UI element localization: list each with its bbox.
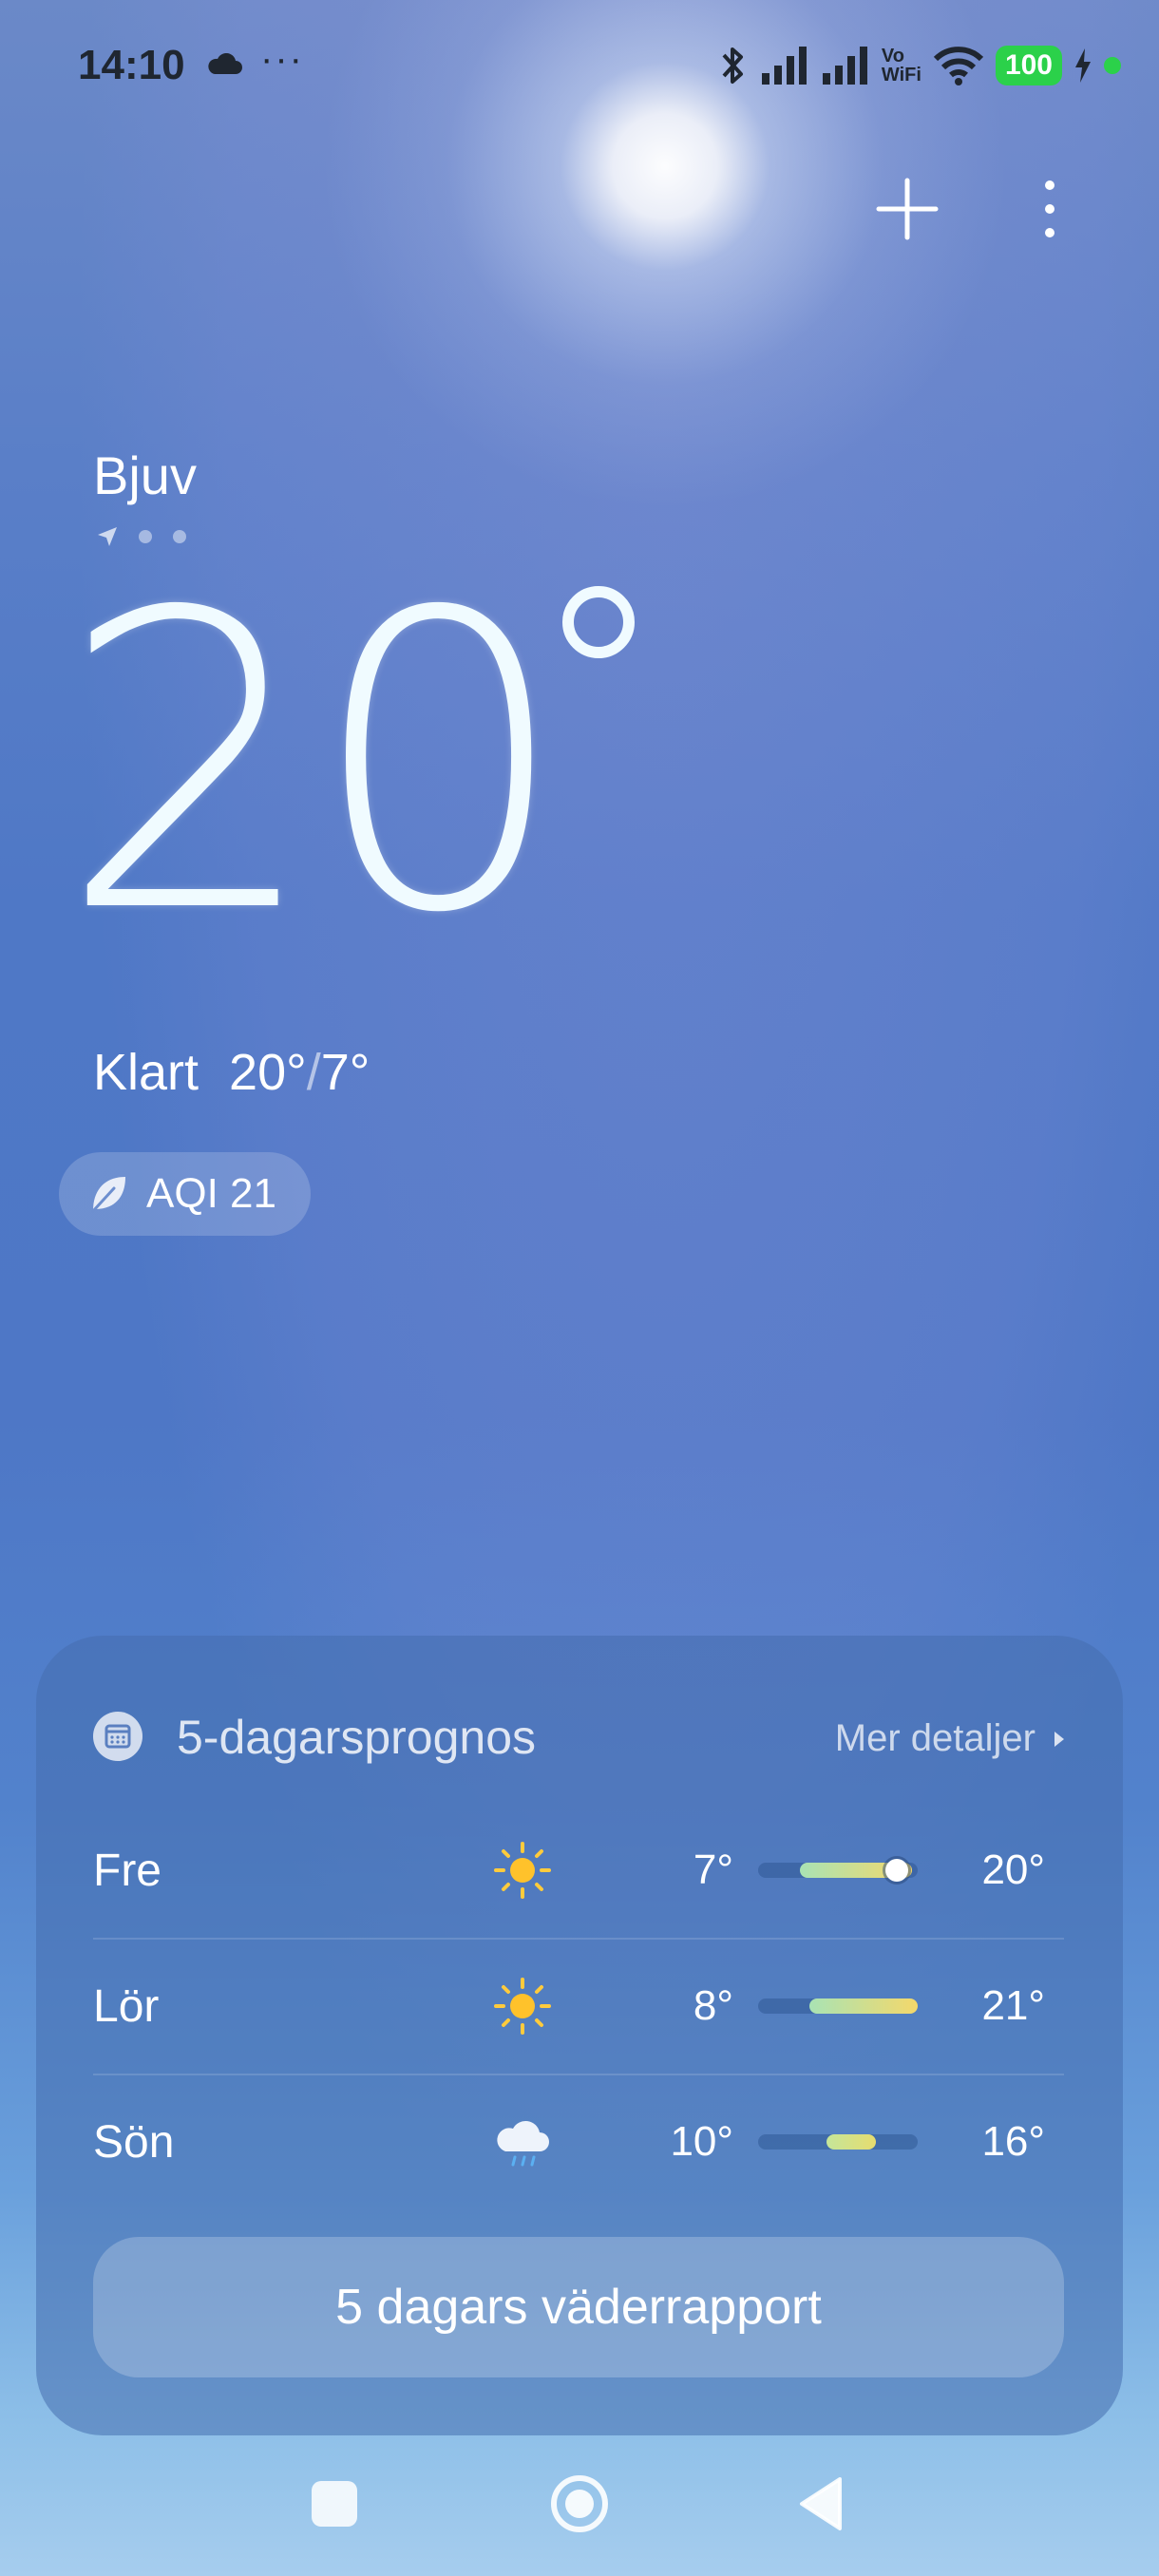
forecast-day: Lör: [93, 1980, 160, 2032]
status-bar: 14:10 ··· Vo WiFi 100: [0, 0, 1159, 133]
add-city-button[interactable]: [874, 176, 940, 242]
today-low: 7°: [320, 1044, 370, 1101]
forecast-high: 21°: [981, 1982, 1045, 2029]
aqi-label: AQI 21: [146, 1170, 276, 1217]
high-low: 20°/7°: [229, 1043, 370, 1102]
rain-cloud-icon: [497, 2120, 549, 2167]
charging-icon: [1075, 48, 1091, 83]
temperature-range-fill: [826, 2134, 876, 2150]
current-temperature: 20: [59, 527, 569, 1002]
more-details-link[interactable]: Mer detaljer: [835, 1717, 1066, 1760]
chevron-right-icon: [1054, 1731, 1064, 1747]
forecast-high: 16°: [981, 2118, 1045, 2165]
forecast-row[interactable]: Sön 10° 16°: [93, 2074, 1064, 2209]
forecast-low: 8°: [693, 1982, 733, 2029]
wifi-icon: [933, 47, 984, 85]
cloud-icon: [208, 53, 242, 74]
home-button[interactable]: [549, 2473, 610, 2534]
forecast-low: 10°: [670, 2118, 733, 2165]
today-high: 20°: [229, 1044, 307, 1101]
status-icons: Vo WiFi 100: [718, 42, 1121, 89]
status-time: 14:10: [78, 42, 185, 88]
city-name: Bjuv: [93, 445, 197, 505]
sun-icon: [494, 1978, 551, 2035]
signal-icon: [822, 47, 867, 85]
notification-overflow: ···: [260, 38, 304, 80]
forecast-low: 7°: [693, 1847, 733, 1893]
temperature-range-fill: [809, 1998, 918, 2014]
more-options-icon[interactable]: [1026, 176, 1074, 242]
weather-report-button[interactable]: 5 dagars väderrapport: [93, 2237, 1064, 2377]
leaf-icon: [91, 1177, 125, 1213]
degree-symbol: [562, 586, 635, 658]
sun-icon: [494, 1842, 551, 1899]
forecast-row[interactable]: Lör 8° 21°: [93, 1939, 1064, 2074]
bluetooth-icon: [722, 47, 743, 84]
forecast-day: Sön: [93, 2116, 175, 2168]
current-temp-marker: [885, 1859, 908, 1882]
signal-icon: [761, 47, 807, 85]
temperature-range-bar: [758, 2134, 918, 2150]
high-low-separator: /: [306, 1044, 321, 1101]
vowifi-icon: Vo WiFi: [881, 46, 922, 85]
aqi-badge[interactable]: AQI 21: [59, 1152, 311, 1236]
privacy-dot-icon: [1104, 57, 1121, 74]
forecast-high: 20°: [981, 1847, 1045, 1893]
forecast-row[interactable]: Fre 7° 20°: [93, 1803, 1064, 1938]
more-details-label: Mer detaljer: [834, 1717, 1036, 1759]
back-button[interactable]: [796, 2475, 846, 2532]
temperature-range-bar: [758, 1998, 918, 2014]
forecast-title: 5-dagarsprognos: [177, 1711, 537, 1764]
forecast-day: Fre: [93, 1845, 162, 1896]
battery-icon: 100: [995, 46, 1062, 85]
calendar-icon: [93, 1712, 142, 1761]
temperature-range-bar: [758, 1859, 918, 1882]
recents-button[interactable]: [312, 2481, 357, 2527]
condition-summary: Klart 20°/7°: [93, 1043, 370, 1102]
condition-text: Klart: [93, 1044, 200, 1101]
